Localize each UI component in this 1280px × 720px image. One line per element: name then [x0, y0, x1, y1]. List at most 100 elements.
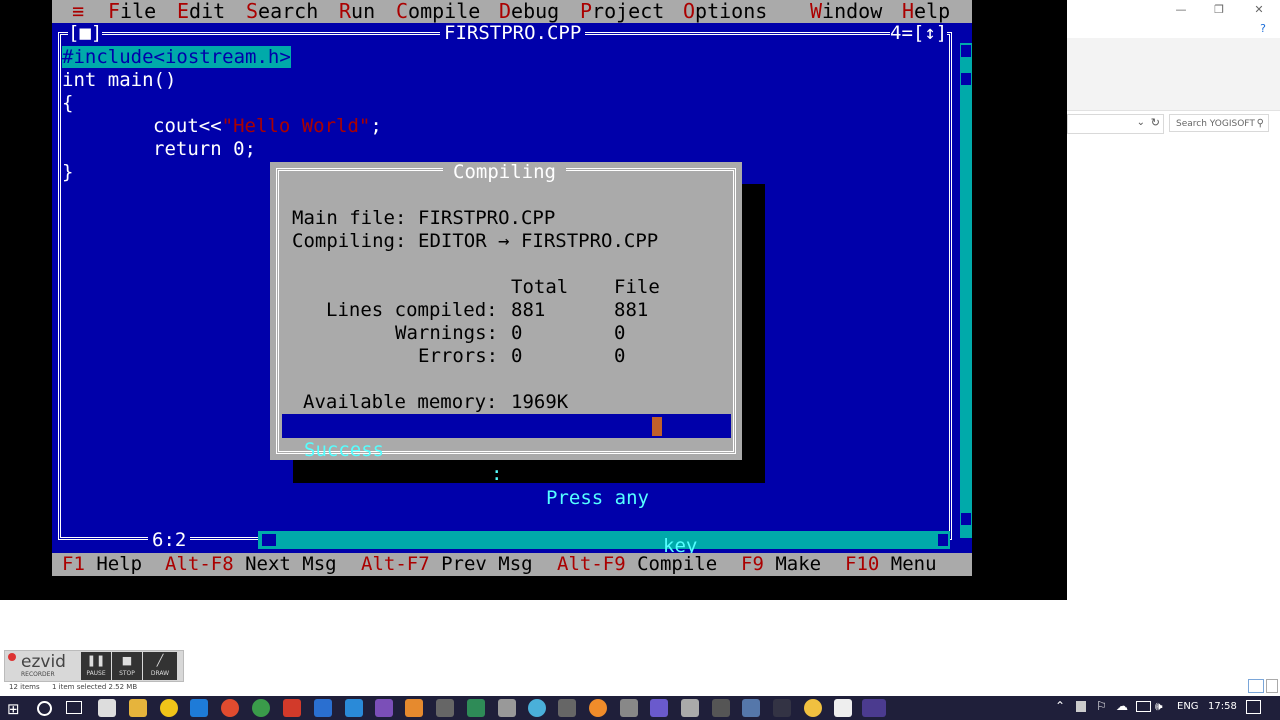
code-line-4[interactable]: cout<<"Hello World"; — [153, 115, 382, 137]
scroll-thumb[interactable] — [961, 73, 971, 85]
status-separator: : — [491, 463, 503, 485]
clock[interactable]: 17:58 — [1208, 701, 1237, 712]
notification-icon[interactable] — [1246, 700, 1261, 714]
scroll-up-arrow[interactable] — [961, 45, 971, 57]
hotkey-compile[interactable]: Alt-F9 Compile — [557, 553, 717, 576]
windows-start-icon[interactable]: ⊞ — [7, 700, 20, 718]
menu-label: elp — [914, 0, 951, 23]
app-icon-notes[interactable] — [742, 699, 760, 717]
code-line-2[interactable]: int main() — [62, 69, 176, 91]
app-icon-blue[interactable] — [314, 699, 332, 717]
app-icon-dark[interactable] — [558, 699, 576, 717]
emoji-app-icon[interactable] — [160, 699, 178, 717]
draw-button[interactable]: ╱ DRAW — [143, 652, 177, 680]
app-icon-screen[interactable] — [773, 699, 791, 717]
menu-compile[interactable]: Compile — [396, 0, 480, 23]
draw-label: DRAW — [150, 670, 170, 677]
details-view-icon[interactable] — [1248, 679, 1264, 693]
vscode-icon[interactable] — [345, 699, 363, 717]
code-line-3[interactable]: { — [62, 92, 73, 114]
code-line-5[interactable]: return 0; — [153, 138, 256, 160]
edge-icon[interactable] — [190, 699, 208, 717]
app-icon-cube[interactable] — [681, 699, 699, 717]
menu-run[interactable]: Run — [339, 0, 375, 23]
hotkey-next-msg[interactable]: Alt-F8 Next Msg — [165, 553, 337, 576]
system-menu-icon[interactable]: ≡ — [72, 0, 84, 23]
stop-button[interactable]: ■ STOP — [112, 652, 142, 680]
menu-hotkey: F — [108, 0, 121, 23]
address-bar[interactable]: ⌄ ↻ — [1067, 114, 1164, 134]
app-icon-cyan[interactable] — [528, 699, 546, 717]
hotkey-menu[interactable]: F10 Menu — [845, 553, 937, 576]
hotkey-help[interactable]: F1 Help — [62, 553, 142, 576]
menu-help[interactable]: Help — [902, 0, 950, 23]
file-explorer-icon[interactable] — [129, 699, 147, 717]
battery-icon[interactable] — [1136, 701, 1151, 712]
menu-search[interactable]: Search — [246, 0, 318, 23]
cortana-icon[interactable] — [37, 701, 52, 716]
menu-file[interactable]: File — [108, 0, 156, 23]
maximize-button[interactable]: ❐ — [1209, 3, 1229, 17]
compiling-dialog[interactable]: Compiling Main file: FIRSTPRO.CPP Compil… — [270, 162, 742, 557]
hotkey-prev-msg[interactable]: Alt-F7 Prev Msg — [361, 553, 533, 576]
app-icon-yellow[interactable] — [804, 699, 822, 717]
compiling-label: Compiling: — [292, 230, 407, 252]
scroll-right-arrow[interactable] — [938, 534, 948, 546]
menu-debug[interactable]: Debug — [499, 0, 559, 23]
app-icon-gray[interactable] — [436, 699, 454, 717]
code-token: ; — [370, 115, 382, 137]
language-indicator[interactable]: ENG — [1177, 701, 1199, 712]
chevron-up-icon[interactable]: ⌃ — [1055, 699, 1065, 713]
app-icon-orange[interactable] — [405, 699, 423, 717]
close-box[interactable]: [■] — [68, 22, 103, 44]
code-line-6[interactable]: } — [62, 161, 73, 183]
volume-icon[interactable]: 🕪 — [1155, 699, 1163, 714]
menu-window[interactable]: Window — [810, 0, 882, 23]
help-icon[interactable]: ? — [1253, 22, 1273, 36]
search-input[interactable]: Search YOGISOFT ⚲ — [1169, 114, 1269, 132]
app-icon-light[interactable] — [498, 699, 516, 717]
refresh-icon[interactable]: ↻ — [1151, 116, 1160, 129]
scroll-down-arrow[interactable] — [961, 513, 971, 525]
close-icon[interactable]: [■] — [68, 22, 102, 44]
errors-label: Errors: — [418, 345, 499, 367]
chrome-icon[interactable] — [221, 699, 239, 717]
visual-studio-icon[interactable] — [375, 699, 393, 717]
app-icon-settings[interactable] — [712, 699, 730, 717]
app-icon-amber[interactable] — [589, 699, 607, 717]
zoom-icon[interactable]: [↕] — [913, 22, 947, 44]
menu-hotkey: R — [339, 0, 352, 23]
pause-button[interactable]: ❚❚ PAUSE — [81, 652, 111, 680]
app-icon-green[interactable] — [252, 699, 270, 717]
network-icon[interactable]: ⚐ — [1096, 699, 1107, 713]
code-line-1[interactable]: #include<iostream.h> — [62, 46, 291, 68]
app-icon-white[interactable] — [834, 699, 852, 717]
app-icon-teal[interactable] — [467, 699, 485, 717]
hotkey-make[interactable]: F9 Make — [741, 553, 821, 576]
ezvid-logo: ezvid — [21, 652, 66, 672]
vertical-scrollbar[interactable] — [960, 43, 972, 538]
hotkey-key: F10 — [845, 553, 880, 575]
windows-taskbar: ⊞ ⌃ ⚐ ☁ 🕪 ENG 17:58 — [0, 696, 1280, 720]
mail-icon[interactable] — [98, 699, 116, 717]
menu-options[interactable]: Options — [683, 0, 767, 23]
horizontal-scrollbar[interactable] — [258, 531, 950, 549]
chevron-down-icon[interactable]: ⌄ — [1137, 117, 1145, 128]
menu-edit[interactable]: Edit — [177, 0, 225, 23]
menu-label: ile — [120, 0, 157, 23]
app-icon-calc[interactable] — [620, 699, 638, 717]
tray-icon[interactable] — [1076, 701, 1086, 712]
menu-project[interactable]: Project — [580, 0, 664, 23]
minimize-button[interactable]: — — [1171, 3, 1191, 17]
onedrive-icon[interactable]: ☁ — [1116, 699, 1128, 713]
lines-compiled-file: 881 — [614, 299, 649, 321]
menu-label: ompile — [408, 0, 481, 23]
task-view-icon[interactable] — [66, 701, 82, 714]
turbo-cpp-taskbar-icon[interactable] — [862, 699, 886, 717]
close-button[interactable]: ✕ — [1249, 3, 1269, 17]
app-icon-violet[interactable] — [650, 699, 668, 717]
app-icon-red[interactable] — [283, 699, 301, 717]
scroll-thumb-horizontal[interactable] — [262, 534, 276, 546]
tiles-view-icon[interactable] — [1266, 679, 1278, 693]
status-bar-success[interactable]: Success : Press any key — [282, 414, 731, 557]
